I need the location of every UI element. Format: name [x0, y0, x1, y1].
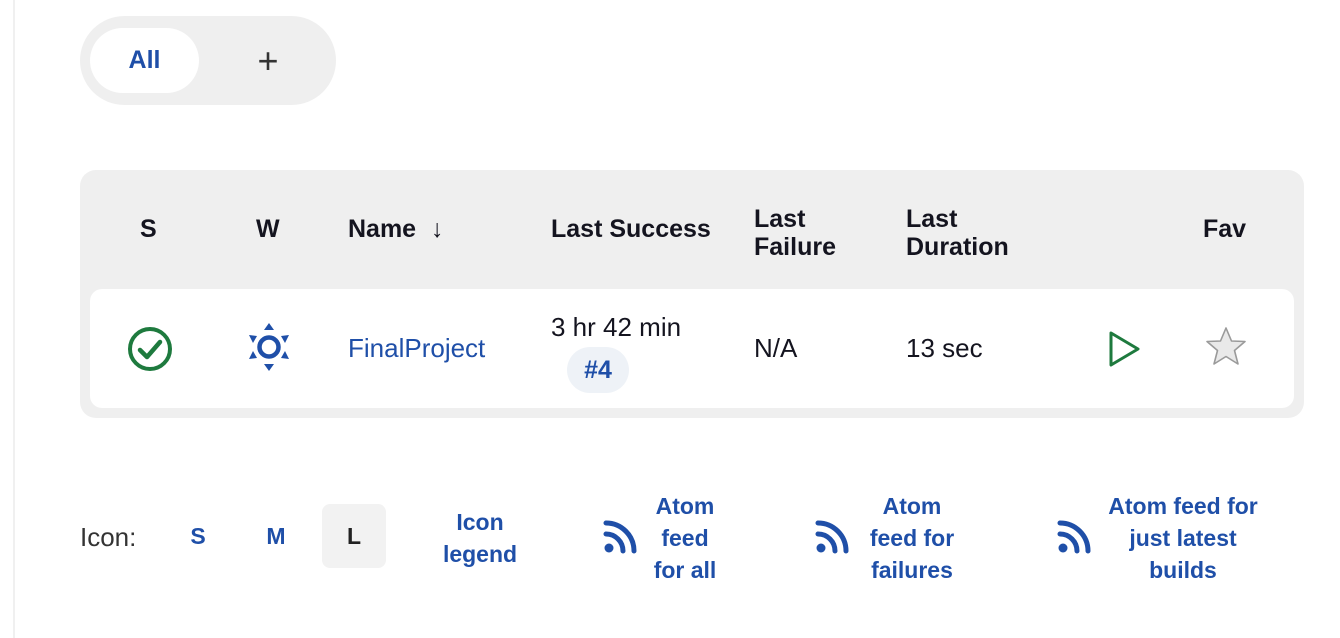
header-name[interactable]: Name ↓: [348, 215, 444, 243]
last-duration-value: 13 sec: [906, 333, 983, 363]
atom-feed-all-line2: feed: [661, 525, 709, 551]
header-last-duration[interactable]: Last Duration: [906, 205, 1009, 261]
jobs-table: S W Name ↓ Last Success Last Failure Las…: [80, 170, 1304, 418]
atom-feed-all-line1: Atom: [655, 493, 715, 519]
header-last-failure-line1: Last: [754, 205, 806, 233]
star-icon[interactable]: [1204, 325, 1248, 369]
atom-feed-failures-line2: feed for: [869, 525, 955, 551]
icon-legend-line2: legend: [442, 541, 518, 567]
tab-all[interactable]: All: [90, 28, 199, 93]
play-icon[interactable]: [1106, 329, 1142, 369]
icon-legend-line1: Icon: [456, 509, 504, 535]
atom-feed-latest-line2: just latest: [1129, 525, 1237, 551]
side-divider: [13, 0, 15, 638]
success-check-icon: [128, 327, 172, 371]
header-fav[interactable]: Fav: [1203, 215, 1246, 243]
header-last-failure-line2: Failure: [754, 233, 836, 261]
header-status[interactable]: S: [140, 215, 157, 243]
atom-feed-failures-line1: Atom: [882, 493, 942, 519]
sort-arrow-icon: ↓: [431, 215, 444, 243]
icon-size-label: Icon:: [80, 522, 137, 552]
add-view-button[interactable]: +: [226, 28, 310, 93]
atom-feed-all-link[interactable]: Atom feed for all: [640, 490, 730, 586]
atom-feed-latest-line3: builds: [1149, 557, 1217, 583]
rss-feed-failures-icon[interactable]: [815, 520, 849, 554]
header-weather[interactable]: W: [256, 215, 280, 243]
last-success-build-link[interactable]: #4: [567, 347, 629, 393]
last-failure-value: N/A: [754, 333, 798, 363]
view-tabs: All +: [80, 16, 336, 105]
job-name-link[interactable]: FinalProject: [348, 333, 485, 364]
atom-feed-failures-line3: failures: [871, 557, 953, 583]
header-last-duration-line1: Last: [906, 205, 958, 233]
header-last-duration-line2: Duration: [906, 233, 1009, 261]
icon-size-small-button[interactable]: S: [166, 504, 230, 568]
dashboard-page: All + S W Name ↓ Last Success Last Failu…: [0, 0, 1340, 638]
atom-feed-failures-link[interactable]: Atom feed for failures: [860, 490, 964, 586]
rss-feed-latest-icon[interactable]: [1057, 520, 1091, 554]
sunny-weather-icon: [249, 323, 289, 371]
header-last-success[interactable]: Last Success: [551, 215, 711, 243]
table-row: FinalProject 3 hr 42 min #4 N/A 13 sec: [90, 289, 1294, 408]
last-success-time: 3 hr 42 min: [551, 312, 682, 342]
header-name-label: Name: [348, 215, 417, 243]
icon-size-medium-button[interactable]: M: [244, 504, 308, 568]
atom-feed-latest-link[interactable]: Atom feed for just latest builds: [1097, 490, 1269, 586]
icon-legend-link[interactable]: Icon legend: [430, 506, 530, 570]
rss-feed-icon[interactable]: [603, 520, 637, 554]
header-last-failure[interactable]: Last Failure: [754, 205, 836, 261]
atom-feed-all-line3: for all: [653, 557, 717, 583]
atom-feed-latest-line1: Atom feed for: [1108, 493, 1258, 519]
icon-size-large-button[interactable]: L: [322, 504, 386, 568]
